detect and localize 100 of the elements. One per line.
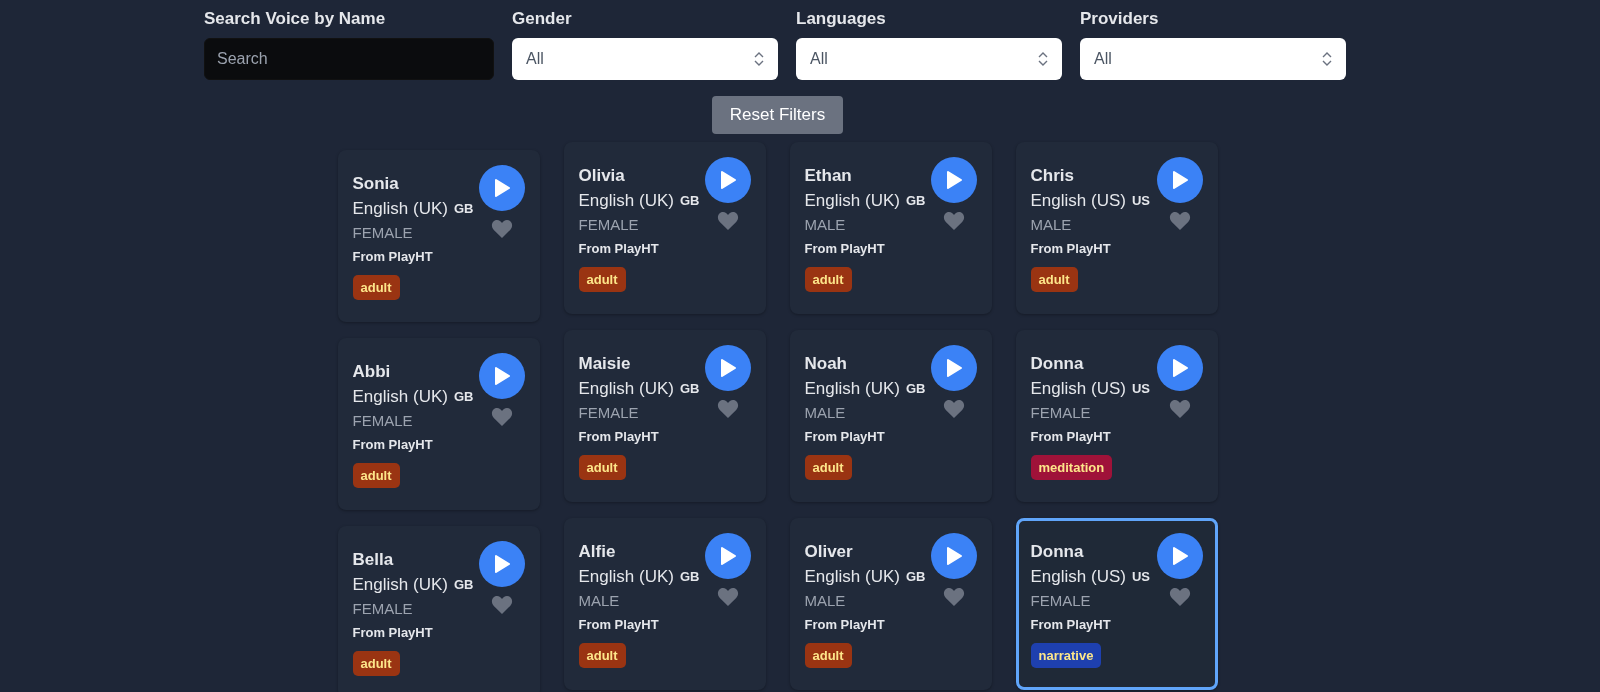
field-label: Gender — [512, 8, 573, 30]
voice-card[interactable]: Ethan English (UK) GB MALE From PlayHT adult — [789, 141, 992, 314]
voice-tag: adult — [578, 454, 626, 480]
heart-icon[interactable] — [1168, 210, 1191, 231]
heart-icon[interactable] — [942, 210, 965, 231]
voice-provider: From PlayHT — [804, 616, 885, 634]
voice-card[interactable]: Olivia English (UK) GB FEMALE From PlayHT adult — [563, 141, 766, 314]
voice-language: English (UK) — [804, 566, 900, 588]
voice-name: Olivia — [578, 164, 625, 187]
heart-icon[interactable] — [490, 406, 513, 427]
play-icon — [1170, 169, 1189, 190]
heart-icon[interactable] — [716, 210, 739, 231]
voice-card[interactable]: Sonia English (UK) GB FEMALE From PlayHT adult — [337, 149, 540, 322]
voice-card[interactable]: Chris English (US) US MALE From PlayHT adult — [1015, 141, 1218, 314]
heart-icon[interactable] — [490, 594, 513, 615]
field-label: Search Voice by Name — [204, 8, 387, 30]
voice-card[interactable]: Bella English (UK) GB FEMALE From PlayHT adult — [337, 525, 540, 692]
voice-tag: adult — [352, 650, 400, 676]
voice-provider: From PlayHT — [804, 428, 885, 446]
voice-card[interactable]: Maisie English (UK) GB FEMALE From PlayHT adult — [563, 329, 766, 502]
voice-tag: adult — [578, 266, 626, 292]
heart-icon[interactable] — [1168, 586, 1191, 607]
country-code: GB — [453, 576, 474, 594]
voice-name: Maisie — [578, 352, 631, 375]
voice-name: Chris — [1030, 164, 1074, 187]
play-icon — [718, 357, 737, 378]
voice-language: English (UK) — [578, 566, 674, 588]
play-icon — [718, 169, 737, 190]
voice-card[interactable]: Abbi English (UK) GB FEMALE From PlayHT adult — [337, 337, 540, 510]
play-icon — [492, 553, 511, 574]
play-icon — [1170, 357, 1189, 378]
voice-card[interactable]: Oliver English (UK) GB MALE From PlayHT adult — [789, 517, 992, 690]
voice-gender: MALE — [804, 590, 846, 611]
play-icon — [492, 177, 511, 198]
voice-name: Bella — [352, 548, 394, 571]
heart-icon[interactable] — [490, 218, 513, 239]
voice-name: Ethan — [804, 164, 852, 187]
voice-language: English (US) — [1030, 566, 1126, 588]
play-icon — [1170, 545, 1189, 566]
voice-tag: adult — [352, 462, 400, 488]
heart-icon[interactable] — [1168, 398, 1191, 419]
voice-provider: From PlayHT — [578, 616, 659, 634]
voice-gender: FEMALE — [578, 214, 639, 235]
voice-language: English (US) — [1030, 190, 1126, 212]
country-code: GB — [905, 568, 926, 586]
voice-gender: MALE — [804, 402, 846, 423]
country-code: GB — [453, 388, 474, 406]
play-icon — [944, 357, 963, 378]
heart-icon[interactable] — [716, 398, 739, 419]
voice-provider: From PlayHT — [352, 248, 433, 266]
voice-tag: adult — [1030, 266, 1078, 292]
voice-gender: FEMALE — [352, 222, 413, 243]
voice-provider: From PlayHT — [804, 240, 885, 258]
voice-tag: adult — [804, 454, 852, 480]
search-field[interactable]: Search — [204, 38, 494, 80]
voice-gender: FEMALE — [1030, 590, 1091, 611]
country-code: GB — [905, 380, 926, 398]
voice-language: English (UK) — [578, 190, 674, 212]
voice-language: English (UK) — [804, 190, 900, 212]
voice-tag: adult — [804, 266, 852, 292]
voice-card[interactable]: Donna English (US) US FEMALE From PlayHT narrative — [1015, 517, 1218, 690]
voice-provider: From PlayHT — [578, 240, 659, 258]
play-icon — [718, 545, 737, 566]
voice-name: Oliver — [804, 540, 853, 563]
voice-gender: FEMALE — [1030, 402, 1091, 423]
field-label: Providers — [1080, 8, 1160, 30]
voice-gender: MALE — [804, 214, 846, 235]
voice-card[interactable]: Alfie English (UK) GB MALE From PlayHT adult — [563, 517, 766, 690]
chevron-updown-icon — [1322, 51, 1332, 67]
voice-card[interactable]: Donna English (US) US FEMALE From PlayHT meditation — [1015, 329, 1218, 502]
country-code: GB — [679, 192, 700, 210]
voice-provider: From PlayHT — [1030, 616, 1111, 634]
heart-icon[interactable] — [942, 586, 965, 607]
field-label: Languages — [796, 8, 887, 30]
voice-card[interactable]: Noah English (UK) GB MALE From PlayHT adult — [789, 329, 992, 502]
voice-language: English (UK) — [804, 378, 900, 400]
country-code: US — [1131, 568, 1150, 586]
chevron-updown-icon — [754, 51, 764, 67]
voice-provider: From PlayHT — [352, 436, 433, 454]
voice-provider: From PlayHT — [1030, 240, 1111, 258]
heart-icon[interactable] — [716, 586, 739, 607]
country-code: GB — [905, 192, 926, 210]
voice-tag: adult — [804, 642, 852, 668]
country-code: GB — [679, 380, 700, 398]
voice-tag: adult — [352, 274, 400, 300]
select-field[interactable]: All — [796, 38, 1062, 80]
heart-icon[interactable] — [942, 398, 965, 419]
chevron-updown-icon — [1038, 51, 1048, 67]
voice-name: Donna — [1030, 540, 1084, 563]
voice-language: English (US) — [1030, 378, 1126, 400]
select-field[interactable]: All — [1080, 38, 1346, 80]
voice-name: Abbi — [352, 360, 391, 383]
select-field[interactable]: All — [512, 38, 778, 80]
voice-name: Noah — [804, 352, 847, 375]
voice-gender: MALE — [1030, 214, 1072, 235]
reset-filters-button[interactable]: Reset Filters — [711, 96, 844, 134]
voice-tag: narrative — [1030, 642, 1102, 668]
country-code: GB — [453, 200, 474, 218]
voice-language: English (UK) — [352, 386, 448, 408]
voice-gender: MALE — [578, 590, 620, 611]
